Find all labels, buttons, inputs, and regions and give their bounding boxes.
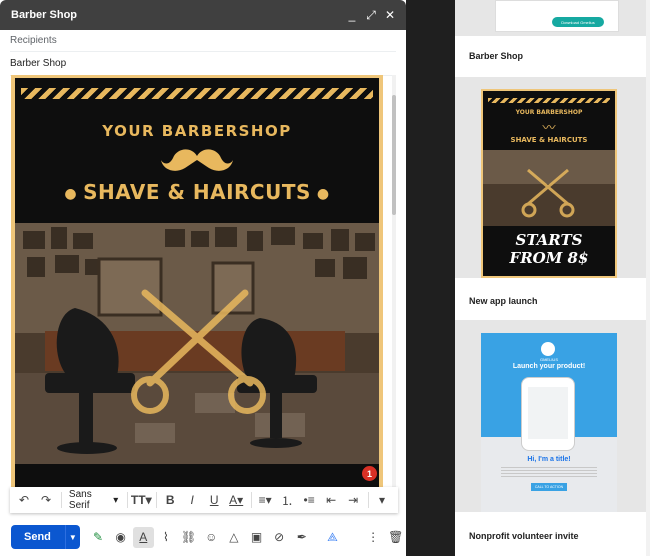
template-subheading-text: SHAVE & HAIRCUTS — [83, 180, 311, 204]
indent-more-icon[interactable]: ⇥ — [343, 489, 363, 511]
gallery-card-barbershop-template[interactable]: YOUR BARBERSHOP 〰 SHAVE & HAIRCUTS START… — [455, 77, 650, 278]
discard-draft-icon[interactable]: 🗑 — [385, 527, 406, 548]
mini-photo — [483, 150, 615, 226]
color-picker-icon[interactable]: ◉ — [110, 527, 131, 548]
compose-titlebar[interactable]: Barber Shop _ ⤢ ✕ — [0, 0, 406, 30]
compose-title: Barber Shop — [11, 9, 78, 21]
barbershop-photo — [15, 223, 379, 464]
gallery-card-label[interactable]: Nonprofit volunteer invite — [469, 531, 579, 541]
phone-mockup — [521, 377, 575, 451]
more-options-icon[interactable]: ⋮ — [363, 527, 384, 548]
template-gallery: Download Gmelius Barber Shop YOUR BARBER… — [455, 0, 650, 556]
bulleted-list-icon[interactable]: •≡ — [299, 489, 319, 511]
brand-logo-icon — [541, 342, 555, 356]
recipients-placeholder: Recipients — [10, 35, 57, 46]
text-size-icon[interactable]: TT▾ — [131, 489, 152, 511]
mini-heading: YOUR BARBERSHOP — [515, 109, 583, 116]
emoji-icon[interactable]: ☺ — [201, 527, 222, 548]
gmelius-icon[interactable]: ✎ — [88, 527, 109, 548]
gallery-card-label[interactable]: New app launch — [469, 296, 538, 306]
promo-line-1: STARTS — [515, 231, 583, 249]
confidential-mode-icon[interactable]: ⊘ — [269, 527, 290, 548]
formatting-options-icon[interactable]: A — [132, 526, 154, 548]
send-button[interactable]: Send ▼ — [11, 525, 80, 549]
notification-badge[interactable]: 1 — [362, 466, 377, 481]
send-label: Send — [24, 531, 51, 543]
more-formatting-icon[interactable]: ▾ — [372, 489, 392, 511]
mini-subheading: SHAVE & HAIRCUTS — [510, 136, 588, 144]
promo-line-2: FROM 8$ — [509, 249, 589, 267]
template-border: YOUR BARBERSHOP ● SHAVE & HAIRCUTS ● — [11, 75, 383, 487]
text-color-icon[interactable]: A▾ — [226, 489, 246, 511]
gallery-card-barber-shop-preview[interactable]: Download Gmelius — [455, 0, 650, 36]
underline-icon[interactable]: U — [204, 489, 224, 511]
align-icon[interactable]: ≡▾ — [255, 489, 275, 511]
font-family-value: Sans Serif — [68, 489, 92, 511]
mustache-icon — [161, 149, 233, 171]
compose-window: Barber Shop _ ⤢ ✕ Recipients Barber Shop… — [0, 0, 406, 556]
app-root: Barber Shop _ ⤢ ✕ Recipients Barber Shop… — [0, 0, 650, 556]
close-icon[interactable]: ✕ — [382, 7, 398, 23]
compose-scrollbar[interactable] — [392, 75, 396, 487]
greeting-title: Hi, I'm a title! — [527, 456, 571, 463]
striped-banner — [21, 88, 373, 99]
drive-icon[interactable]: △ — [224, 527, 245, 548]
attach-icon[interactable]: ⌇ — [156, 527, 177, 548]
template-subheading: ● SHAVE & HAIRCUTS ● — [64, 180, 330, 204]
link-icon[interactable]: ⛓ — [178, 527, 199, 548]
photo-icon[interactable]: ▣ — [246, 527, 267, 548]
mini-cta: CALL TO ACTION — [531, 483, 567, 491]
brand-name: GMELIUS — [539, 357, 558, 362]
gmelius-templates-icon[interactable]: ⟁ — [322, 527, 343, 548]
email-body[interactable]: YOUR BARBERSHOP ● SHAVE & HAIRCUTS ● — [11, 75, 383, 487]
mini-cta-button: Download Gmelius — [552, 17, 604, 27]
undo-icon[interactable]: ↶ — [14, 489, 34, 511]
gallery-scrollbar[interactable] — [646, 0, 650, 556]
promo-title: Launch your product! — [512, 363, 586, 370]
compose-action-bar: Send ▼ ✎ ◉ A ⌇ ⛓ ☺ △ ▣ ⊘ ✒ ⟁ ⋮ 🗑 — [0, 521, 406, 553]
subject-field[interactable]: Barber Shop — [10, 52, 396, 76]
font-family-select[interactable]: Sans Serif ▾ — [65, 489, 122, 511]
mini-mustache-icon: 〰 — [542, 120, 556, 135]
signature-icon[interactable]: ✒ — [291, 527, 312, 548]
italic-icon[interactable]: I — [182, 489, 202, 511]
bold-icon[interactable]: B — [160, 489, 180, 511]
minimize-icon[interactable]: _ — [344, 7, 360, 23]
subject-value: Barber Shop — [10, 58, 67, 69]
send-options-chevron-icon[interactable]: ▼ — [64, 525, 80, 549]
template-content: YOUR BARBERSHOP ● SHAVE & HAIRCUTS ● — [15, 78, 379, 487]
gallery-card-app-launch[interactable]: GMELIUS Launch your product! Hi, I'm a t… — [455, 320, 650, 512]
indent-less-icon[interactable]: ⇤ — [321, 489, 341, 511]
redo-icon[interactable]: ↷ — [36, 489, 56, 511]
numbered-list-icon[interactable]: ⒈ — [277, 489, 297, 511]
gallery-card-label[interactable]: Barber Shop — [469, 51, 523, 61]
recipients-field[interactable]: Recipients — [10, 30, 396, 52]
expand-icon[interactable]: ⤢ — [363, 7, 379, 23]
formatting-toolbar: ↶ ↷ Sans Serif ▾ TT▾ B I U A▾ ≡▾ ⒈ •≡ ⇤ … — [10, 487, 398, 513]
template-heading: YOUR BARBERSHOP — [102, 122, 292, 140]
